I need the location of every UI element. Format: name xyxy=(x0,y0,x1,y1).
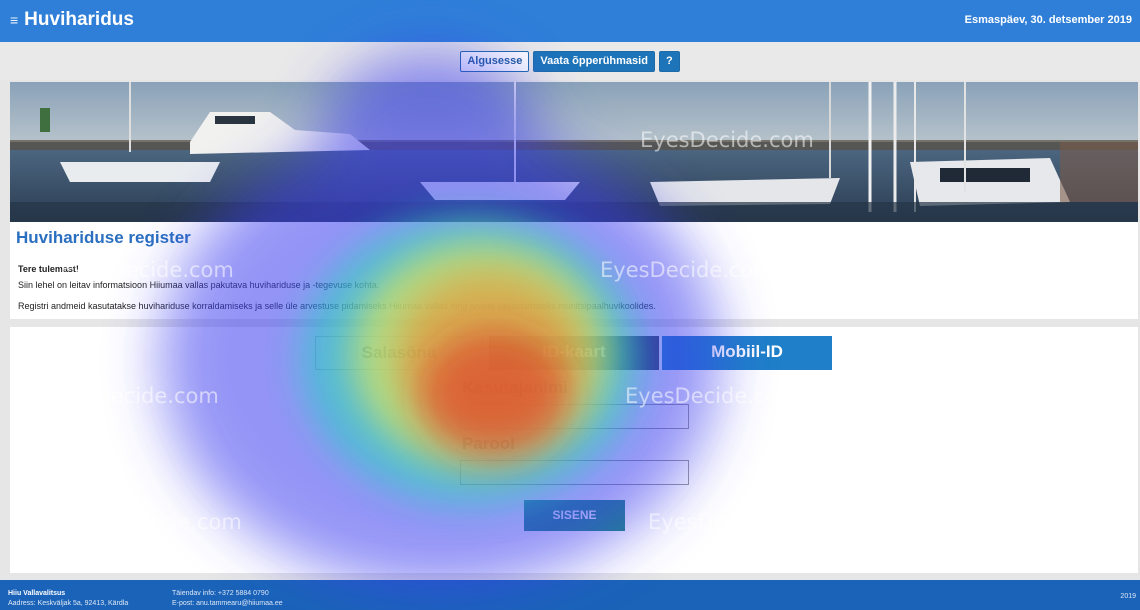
top-bar: ≡ Huviharidus Esmaspäev, 30. detsember 2… xyxy=(0,0,1140,42)
view-groups-button[interactable]: Vaata õpperühmasid xyxy=(533,50,655,72)
tab-id-card[interactable]: ID-kaart xyxy=(489,336,659,370)
tab-mobile-id[interactable]: Mobiil-ID xyxy=(662,336,832,370)
login-panel: Salasõna ID-kaart Mobiil-ID Kasutajanimi… xyxy=(10,327,1138,573)
current-date: Esmaspäev, 30. detsember 2019 xyxy=(964,14,1132,26)
login-submit-button[interactable]: SISENE xyxy=(524,500,625,531)
watermark-1: EyesDecide.com xyxy=(640,128,814,152)
password-label: Parool xyxy=(462,434,515,453)
brand[interactable]: ≡ Huviharidus xyxy=(10,9,134,31)
help-button[interactable]: ? xyxy=(658,50,680,72)
watermark-4: EyesDecide.com xyxy=(45,384,219,408)
footer-org: Hiiu Vallavalitsus xyxy=(8,590,66,597)
footer-phone: Täiendav info: +372 5884 0790 xyxy=(172,590,269,597)
tab-password[interactable]: Salasõna xyxy=(315,336,483,370)
hamburger-icon[interactable]: ≡ xyxy=(10,12,18,28)
watermark-2: EyesDecide.com xyxy=(60,258,234,282)
username-label: Kasutajanimi xyxy=(462,378,568,397)
footer-email[interactable]: E-post: anu.tammearu@hiiumaa.ee xyxy=(172,599,283,609)
footer-contact-block: Täiendav info: +372 5884 0790 E-post: an… xyxy=(172,589,283,609)
register-title: Huvihariduse register xyxy=(16,228,191,247)
footer: Hiiu Vallavalitsus Aadress: Keskväljak 5… xyxy=(0,580,1140,610)
footer-address-block: Hiiu Vallavalitsus Aadress: Keskväljak 5… xyxy=(8,589,128,609)
watermark-5: EyesDecide.com xyxy=(625,384,799,408)
home-button[interactable]: Algusesse xyxy=(460,50,530,72)
footer-address: Aadress: Keskväljak 5a, 92413, Kärdla xyxy=(8,600,129,607)
watermark-6: EyesDecide.com xyxy=(68,510,242,534)
nav-bar: Algusesse Vaata õpperühmasid ? xyxy=(0,42,1140,80)
harbor-banner-image xyxy=(10,82,1138,222)
watermark-3: EyesDecide.com xyxy=(600,258,774,282)
password-field[interactable] xyxy=(460,460,689,485)
watermark-7: EyesDecide.com xyxy=(648,510,822,534)
footer-year: 2019 xyxy=(1120,593,1136,600)
usage-text: Registri andmeid kasutatakse huviharidus… xyxy=(18,301,656,311)
app-title: Huviharidus xyxy=(24,9,134,30)
